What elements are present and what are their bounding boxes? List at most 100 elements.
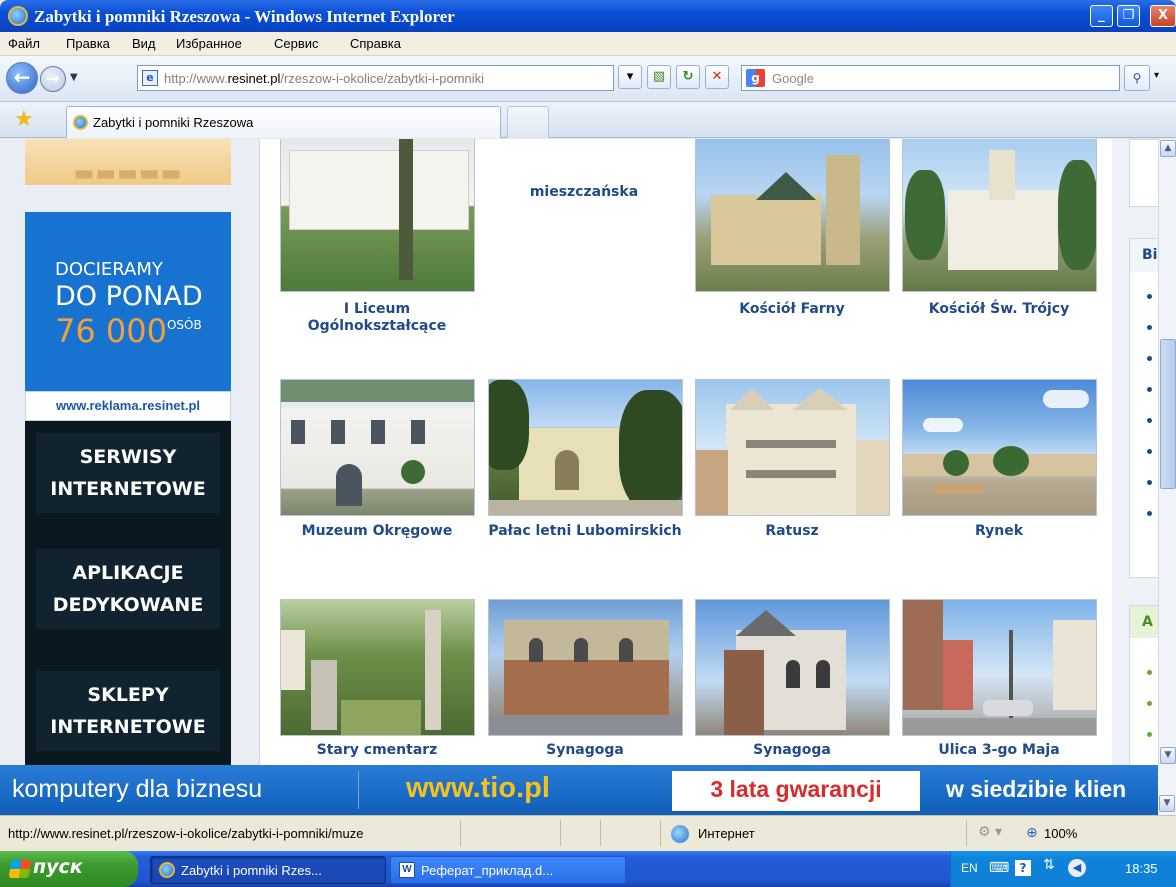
back-button[interactable]: ←	[6, 62, 38, 94]
favorites-star-icon[interactable]: ★	[14, 109, 34, 131]
status-bar: http://www.resinet.pl/rzeszow-i-okolice/…	[0, 815, 1176, 851]
ad-url-link[interactable]: www.reklama.resinet.pl	[25, 391, 231, 421]
help-icon[interactable]: ?	[1015, 860, 1031, 876]
ad-top-banner[interactable]: ▬▬▬▬▬	[25, 139, 231, 186]
address-url[interactable]: http://www.resinet.pl/rzeszow-i-okolice/…	[164, 71, 484, 86]
gallery-photo[interactable]	[280, 379, 475, 516]
stop-icon[interactable]: ✕	[705, 65, 729, 89]
scroll-up-icon[interactable]: ▲	[1160, 140, 1176, 157]
status-divider	[460, 820, 461, 846]
ad-button-services[interactable]: SERWISY INTERNETOWE	[36, 433, 220, 513]
gallery-photo[interactable]	[280, 139, 475, 292]
menu-edit[interactable]: Правка	[66, 36, 110, 51]
gallery-caption[interactable]: Synagoga	[692, 742, 892, 759]
menu-favorites[interactable]: Избранное	[176, 36, 242, 51]
volume-icon[interactable]: ◀	[1068, 859, 1086, 877]
clock: 18:35	[1125, 861, 1158, 876]
gallery-photo[interactable]	[902, 139, 1097, 292]
ad-blue-number: 76 000	[55, 312, 167, 350]
new-tab-button[interactable]	[507, 106, 549, 138]
ad-button-shops[interactable]: SKLEPY INTERNETOWE	[36, 671, 220, 751]
maximize-button[interactable]: ❐	[1117, 5, 1140, 27]
scroll-down-icon[interactable]: ▼	[1159, 795, 1175, 812]
list-bullet[interactable]	[1147, 325, 1152, 330]
gallery-caption[interactable]: Kościół Farny	[692, 301, 892, 318]
vertical-scrollbar[interactable]: ▲ ▼	[1158, 139, 1176, 765]
gallery-caption[interactable]: Ratusz	[692, 523, 892, 540]
start-button[interactable]: пуск	[0, 851, 138, 887]
gallery-caption[interactable]: Rynek	[899, 523, 1099, 540]
list-bullet[interactable]	[1147, 418, 1152, 423]
language-indicator[interactable]: EN	[961, 861, 978, 875]
gallery: I Liceum Ogólnokształcące mieszczańska K…	[262, 139, 1112, 765]
ad-blue-line1: DOCIERAMY	[55, 259, 163, 280]
minimize-button[interactable]: _	[1090, 5, 1113, 27]
list-bullet[interactable]	[1147, 670, 1152, 675]
menu-help[interactable]: Справка	[350, 36, 401, 51]
history-dropdown-icon[interactable]: ▼	[70, 72, 78, 83]
zoom-level[interactable]: 100%	[1044, 826, 1077, 841]
scrollbar-bottom[interactable]: ▼	[1158, 765, 1176, 815]
list-bullet[interactable]	[1147, 701, 1152, 706]
scroll-thumb[interactable]	[1160, 339, 1176, 489]
search-button[interactable]: ⚲	[1124, 65, 1150, 91]
windows-logo-icon	[8, 860, 32, 878]
keyboard-icon[interactable]: ⌨	[989, 860, 1009, 876]
gallery-caption[interactable]: Muzeum Okręgowe	[277, 523, 477, 540]
taskbar-item-word[interactable]: W Реферат_приклад.d...	[390, 856, 626, 884]
gallery-photo[interactable]	[902, 599, 1097, 736]
gallery-caption[interactable]: Pałac letni Lubomirskich	[485, 523, 685, 540]
menu-file[interactable]: Файл	[8, 36, 40, 51]
gallery-photo[interactable]	[488, 379, 683, 516]
gallery-caption[interactable]: Kościół Św. Trójcy	[899, 301, 1099, 318]
search-options-icon[interactable]: ▾	[1154, 70, 1159, 81]
forward-button[interactable]: →	[40, 66, 66, 92]
address-bar[interactable]: e http://www.resinet.pl/rzeszow-i-okolic…	[137, 65, 614, 91]
gallery-caption[interactable]: mieszczańska	[484, 184, 684, 201]
internet-zone-icon	[671, 825, 689, 843]
gallery-photo[interactable]	[695, 379, 890, 516]
status-url: http://www.resinet.pl/rzeszow-i-okolice/…	[8, 826, 364, 841]
search-box[interactable]: g Google	[741, 65, 1120, 91]
list-bullet[interactable]	[1147, 294, 1152, 299]
ad-blue-banner[interactable]: DOCIERAMY DO PONAD 76 000OSÓB	[25, 212, 231, 391]
address-dropdown-icon[interactable]: ▾	[618, 65, 642, 89]
bottom-ad-banner[interactable]: komputery dla biznesu www.tio.pl 3 lata …	[0, 765, 1158, 815]
window-title: Zabytki i pomniki Rzeszowa - Windows Int…	[34, 7, 455, 26]
list-bullet[interactable]	[1147, 511, 1152, 516]
ad-button-applications[interactable]: APLIKACJE DEDYKOWANE	[36, 549, 220, 629]
menu-tools[interactable]: Сервис	[274, 36, 319, 51]
navigation-toolbar: ← → ▼ e http://www.resinet.pl/rzeszow-i-…	[0, 56, 1176, 102]
protected-mode-icon[interactable]: ⚙ ▾	[978, 824, 1002, 840]
taskbar: пуск Zabytki i pomniki Rzes... W Реферат…	[0, 851, 1176, 887]
refresh-icon[interactable]: ↻	[676, 65, 700, 89]
tab-ie-icon	[73, 115, 88, 130]
taskbar-item-ie[interactable]: Zabytki i pomniki Rzes...	[150, 856, 386, 884]
gallery-caption[interactable]: Ulica 3-go Maja	[899, 742, 1099, 759]
title-bar: Zabytki i pomniki Rzeszowa - Windows Int…	[0, 0, 1176, 32]
network-icon[interactable]: ⇅	[1043, 857, 1055, 873]
ie-logo-icon	[8, 6, 28, 26]
gallery-caption[interactable]: Stary cmentarz	[277, 742, 477, 759]
gallery-photo[interactable]	[695, 599, 890, 736]
gallery-photo[interactable]	[695, 139, 890, 292]
gallery-caption[interactable]: I Liceum Ogólnokształcące	[277, 301, 477, 335]
list-bullet[interactable]	[1147, 387, 1152, 392]
list-bullet[interactable]	[1147, 449, 1152, 454]
word-doc-icon: W	[399, 862, 415, 878]
gallery-caption[interactable]: Synagoga	[485, 742, 685, 759]
security-zone[interactable]: Интернет	[698, 826, 755, 841]
list-bullet[interactable]	[1147, 732, 1152, 737]
gallery-photo[interactable]	[488, 599, 683, 736]
gallery-photo[interactable]	[280, 599, 475, 736]
menu-view[interactable]: Вид	[132, 36, 156, 51]
gallery-photo[interactable]	[902, 379, 1097, 516]
scroll-down-icon[interactable]: ▼	[1160, 747, 1176, 764]
tab-active[interactable]: Zabytki i pomniki Rzeszowa	[66, 106, 501, 138]
close-button[interactable]: X	[1150, 5, 1176, 27]
banner-text-business: komputery dla biznesu	[12, 775, 263, 803]
back-arrow-icon: ←	[13, 65, 31, 89]
list-bullet[interactable]	[1147, 356, 1152, 361]
list-bullet[interactable]	[1147, 480, 1152, 485]
compatibility-icon[interactable]: ▧	[647, 65, 671, 89]
